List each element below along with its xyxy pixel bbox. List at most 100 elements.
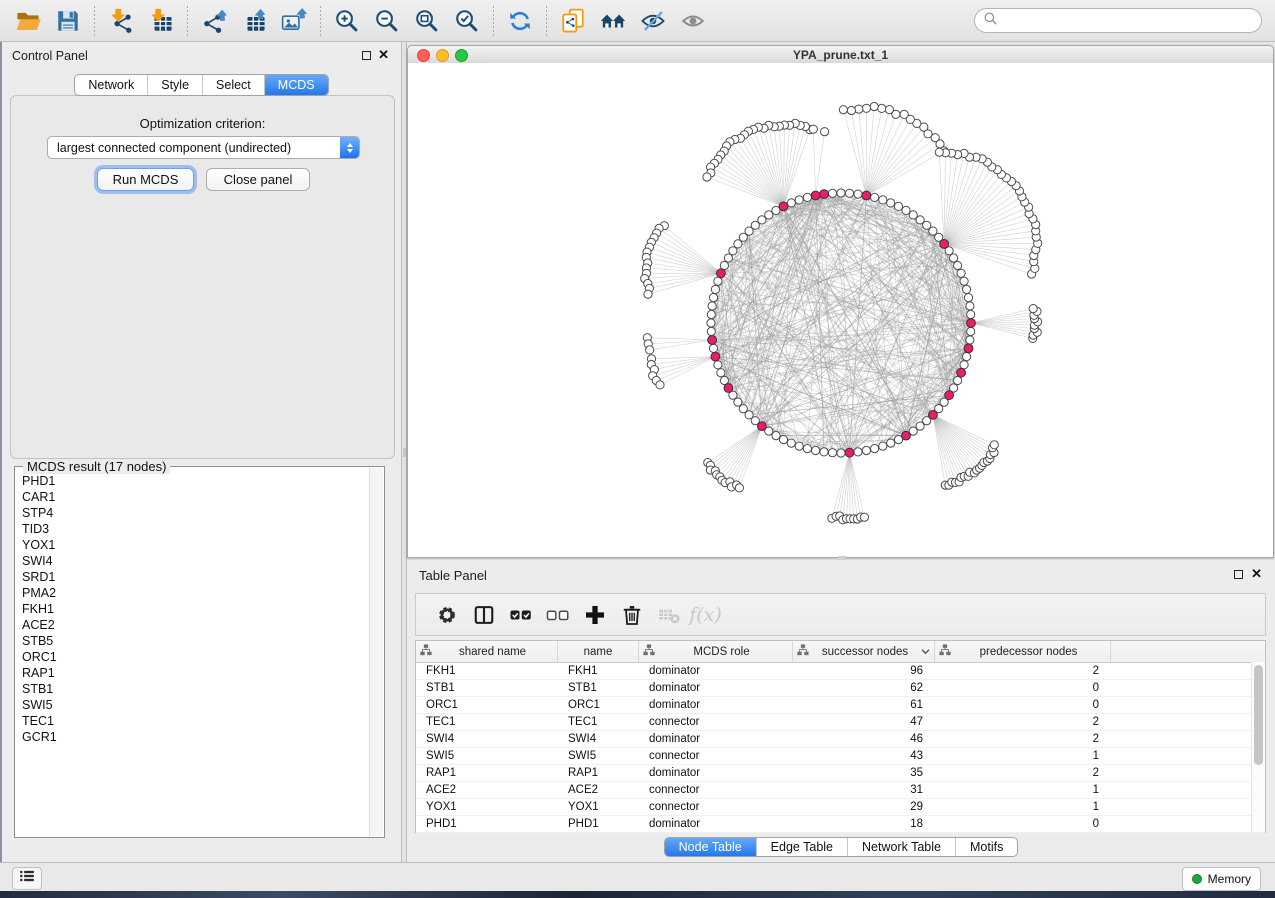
mcds-result-item[interactable]: PHD1 [16, 473, 370, 489]
table-panel-header: Table Panel ✕ [407, 560, 1275, 588]
mcds-result-item[interactable]: GCR1 [16, 729, 370, 745]
tab-style[interactable]: Style [147, 75, 202, 95]
column-header-name[interactable]: name [558, 641, 639, 662]
cell: 31 [793, 782, 935, 798]
tab-select[interactable]: Select [202, 75, 264, 95]
table-row[interactable]: TEC1TEC1connector472 [416, 714, 1265, 731]
column-header-predecessor-nodes[interactable]: predecessor nodes [935, 641, 1111, 662]
network-view-window: YPA_prune.txt_1 [407, 45, 1274, 558]
close-table-panel-icon[interactable]: ✕ [1251, 566, 1262, 582]
show-columns-icon[interactable] [465, 598, 502, 632]
cell: 2 [935, 663, 1111, 679]
workspace: YPA_prune.txt_1 Table Panel ✕ f(x) share… [407, 42, 1275, 862]
task-history-button[interactable] [12, 867, 42, 890]
mcds-result-item[interactable]: SWI5 [16, 697, 370, 713]
close-panel-icon[interactable]: ✕ [378, 47, 389, 63]
tab-motifs[interactable]: Motifs [955, 838, 1017, 856]
tab-edge-table[interactable]: Edge Table [756, 838, 847, 856]
table-scrollbar[interactable] [1251, 662, 1265, 832]
mcds-result-item[interactable]: SWI4 [16, 553, 370, 569]
mcds-result-item[interactable]: STP4 [16, 505, 370, 521]
mcds-result-item[interactable]: FKH1 [16, 601, 370, 617]
mcds-result-item[interactable]: RAP1 [16, 665, 370, 681]
table-row[interactable]: SWI4SWI4dominator462 [416, 731, 1265, 748]
export-table-icon[interactable] [234, 4, 274, 38]
mcds-result-group: MCDS result (17 nodes) PHD1CAR1STP4TID3Y… [14, 466, 385, 838]
clone-network-icon[interactable] [553, 4, 593, 38]
delete-table-icon [650, 598, 687, 632]
table-row[interactable]: ACE2ACE2connector311 [416, 782, 1265, 799]
mcds-result-list: PHD1CAR1STP4TID3YOX1SWI4SRD1PMA2FKH1ACE2… [16, 473, 370, 836]
table-panel-title: Table Panel [419, 568, 487, 583]
table-scrollbar-thumb[interactable] [1254, 665, 1263, 765]
search-input[interactable] [1003, 13, 1261, 29]
close-panel-button[interactable]: Close panel [206, 168, 310, 191]
mcds-result-item[interactable]: TEC1 [16, 713, 370, 729]
apply-layout-icon[interactable] [500, 4, 540, 38]
tab-network-table[interactable]: Network Table [847, 838, 955, 856]
mcds-result-item[interactable]: ORC1 [16, 649, 370, 665]
table-options-icon[interactable] [428, 598, 465, 632]
mcds-result-item[interactable]: YOX1 [16, 537, 370, 553]
table-row[interactable]: RAP1RAP1dominator352 [416, 765, 1265, 782]
control-panel-header: Control Panel ✕ [2, 42, 401, 68]
memory-button[interactable]: Memory [1182, 867, 1261, 891]
tab-node-table[interactable]: Node Table [665, 838, 756, 856]
column-header-shared-name[interactable]: shared name [416, 641, 558, 662]
network-window-titlebar[interactable]: YPA_prune.txt_1 [408, 46, 1273, 64]
table-row[interactable]: SWI5SWI5connector431 [416, 748, 1265, 765]
run-mcds-button[interactable]: Run MCDS [97, 168, 194, 191]
mcds-result-item[interactable]: PMA2 [16, 585, 370, 601]
column-header-MCDS-role[interactable]: MCDS role [639, 641, 793, 662]
toolbar-separator [94, 6, 95, 36]
cell: 0 [935, 816, 1111, 832]
select-all-rows-icon[interactable] [502, 598, 539, 632]
mcds-result-item[interactable]: CAR1 [16, 489, 370, 505]
birds-eye-view-icon[interactable] [673, 4, 713, 38]
tab-mcds[interactable]: MCDS [264, 75, 328, 95]
column-header-successor-nodes[interactable]: successor nodes [793, 641, 935, 662]
float-table-panel-icon[interactable] [1234, 570, 1243, 579]
equation-builder-icon: f(x) [687, 598, 724, 632]
table-header-row: shared namenameMCDS rolesuccessor nodesp… [416, 641, 1265, 663]
cell: dominator [639, 816, 793, 832]
table-row[interactable]: ORC1ORC1dominator610 [416, 697, 1265, 714]
home-icon[interactable] [593, 4, 633, 38]
mcds-result-item[interactable]: SRD1 [16, 569, 370, 585]
float-panel-icon[interactable] [362, 51, 371, 60]
criterion-dropdown[interactable]: largest connected component (undirected) [47, 136, 360, 159]
zoom-fit-icon[interactable] [407, 4, 447, 38]
toggle-graphics-details-icon[interactable] [633, 4, 673, 38]
zoom-out-icon[interactable] [367, 4, 407, 38]
export-image-icon[interactable] [274, 4, 314, 38]
zoom-selected-icon[interactable] [447, 4, 487, 38]
mcds-result-item[interactable]: ACE2 [16, 617, 370, 633]
mcds-result-item[interactable]: STB1 [16, 681, 370, 697]
zoom-in-icon[interactable] [327, 4, 367, 38]
tab-network[interactable]: Network [75, 75, 147, 95]
search-box[interactable] [974, 8, 1262, 33]
mcds-result-item[interactable]: TID3 [16, 521, 370, 537]
export-network-icon[interactable] [194, 4, 234, 38]
column-menu-chevron-icon[interactable] [921, 646, 930, 658]
open-session-icon[interactable] [8, 4, 48, 38]
add-column-icon[interactable] [576, 598, 613, 632]
table-row[interactable]: STB1STB1dominator620 [416, 680, 1265, 697]
mcds-list-scrollbar[interactable] [369, 468, 383, 836]
network-canvas[interactable] [408, 63, 1273, 557]
control-panel-title: Control Panel [12, 49, 88, 63]
deselect-all-rows-icon[interactable] [539, 598, 576, 632]
mcds-result-item[interactable]: STB5 [16, 633, 370, 649]
table-row[interactable]: YOX1YOX1connector291 [416, 799, 1265, 816]
table-row[interactable]: PHD1PHD1dominator180 [416, 816, 1265, 833]
cell: SWI4 [558, 731, 639, 747]
node-table: shared namenameMCDS rolesuccessor nodesp… [415, 640, 1266, 833]
save-session-icon[interactable] [48, 4, 88, 38]
import-network-icon[interactable] [101, 4, 141, 38]
delete-column-icon[interactable] [613, 598, 650, 632]
mcds-result-title: MCDS result (17 nodes) [23, 459, 170, 474]
network-graph[interactable] [408, 63, 1273, 557]
dropdown-stepper-icon [340, 137, 359, 158]
import-table-icon[interactable] [141, 4, 181, 38]
table-row[interactable]: FKH1FKH1dominator962 [416, 663, 1265, 680]
